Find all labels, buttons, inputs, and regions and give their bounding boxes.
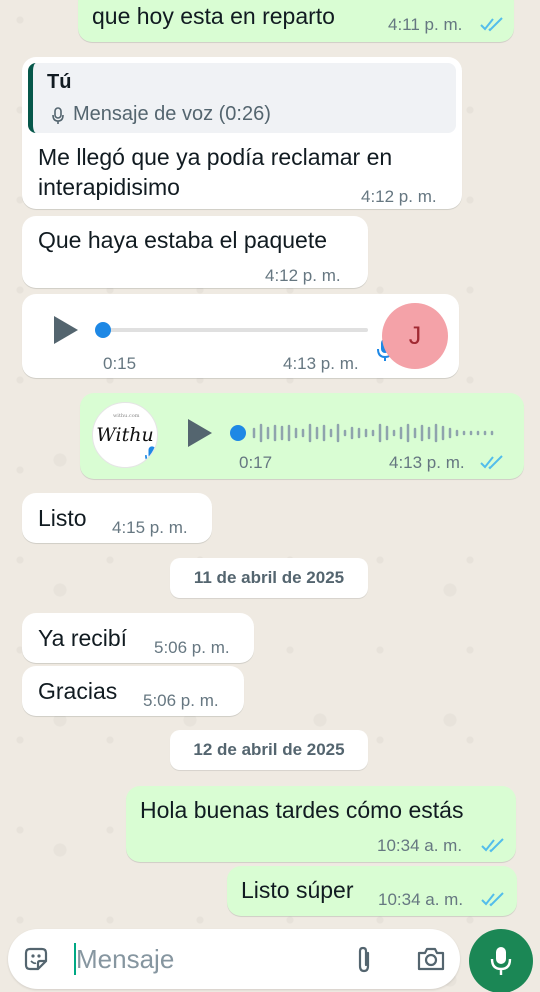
message-text: Gracias [38,678,118,704]
message-bubble-incoming[interactable]: Listo 4:15 p. m. [22,493,212,543]
double-check-icon [480,455,503,470]
message-time: 5:06 p. m. [143,691,219,710]
avatar[interactable]: withu.com Withu [92,402,158,468]
message-text-line1: Me llegó que ya podía reclamar en [38,144,393,170]
message-bubble-outgoing[interactable]: Listo súper 10:34 a. m. [227,866,517,916]
audio-track[interactable] [102,328,368,332]
message-text: Que haya estaba el paquete [38,227,328,253]
message-time: 5:06 p. m. [154,638,230,657]
avatar-initial: J [408,321,422,350]
message-bubble-incoming[interactable]: Gracias 5:06 p. m. [22,666,244,716]
message-time: 4:11 p. m. [388,15,463,34]
play-icon[interactable] [186,417,214,449]
date-separator: 11 de abril de 2025 [170,558,368,598]
double-check-icon [480,17,503,32]
message-text: Listo súper [241,877,354,903]
date-label: 12 de abril de 2025 [193,740,345,759]
camera-icon[interactable] [416,946,446,972]
date-label: 11 de abril de 2025 [193,568,345,587]
message-bubble-incoming[interactable]: Que haya estaba el paquete 4:12 p. m. [22,216,368,288]
date-separator: 12 de abril de 2025 [170,730,368,770]
message-bubble-incoming[interactable]: Ya recibí 5:06 p. m. [22,613,254,663]
record-voice-button[interactable] [469,929,533,992]
double-check-icon [481,892,504,907]
audio-duration: 0:17 [239,453,273,472]
quote-author: Tú [47,71,72,93]
message-time: 4:13 p. m. [283,354,359,373]
message-time: 4:12 p. m. [361,187,437,206]
message-bubble-incoming-reply[interactable]: Tú Mensaje de voz (0:26) Me llegó que ya… [22,57,462,209]
quoted-message[interactable]: Tú Mensaje de voz (0:26) [28,63,456,133]
message-text: que hoy esta en reparto [92,3,335,29]
message-text: Listo [38,505,87,531]
avatar-tiny-text: withu.com [113,413,140,419]
mic-icon [490,947,512,975]
audio-scrubber[interactable] [230,425,246,441]
avatar-logo-text: Withu [96,424,154,446]
audio-duration: 0:15 [103,354,137,373]
message-bubble-outgoing[interactable]: Hola buenas tardes cómo estás 10:34 a. m… [126,786,516,862]
double-check-icon [481,838,504,853]
message-composer[interactable]: Mensaje [8,929,460,989]
message-text: Hola buenas tardes cómo estás [140,797,464,823]
sticker-icon[interactable] [22,945,50,973]
quote-text: Mensaje de voz (0:26) [73,103,271,125]
audio-scrubber[interactable] [95,322,111,338]
message-time: 4:12 p. m. [265,266,341,285]
message-time: 10:34 a. m. [378,890,464,909]
mic-icon [52,107,64,124]
message-time: 4:15 p. m. [112,518,188,537]
message-text: Ya recibí [38,625,128,651]
message-text-line2: interapidisimo [38,174,180,200]
audio-waveform[interactable] [250,419,495,447]
attach-icon[interactable] [354,945,374,975]
message-bubble-outgoing[interactable]: que hoy esta en reparto 4:11 p. m. [78,0,514,42]
message-input[interactable]: Mensaje [76,944,174,975]
voice-mic-icon [145,446,157,466]
play-icon[interactable] [52,314,80,346]
avatar[interactable]: J [382,303,448,369]
message-time: 4:13 p. m. [389,453,465,472]
message-time: 10:34 a. m. [377,836,463,855]
